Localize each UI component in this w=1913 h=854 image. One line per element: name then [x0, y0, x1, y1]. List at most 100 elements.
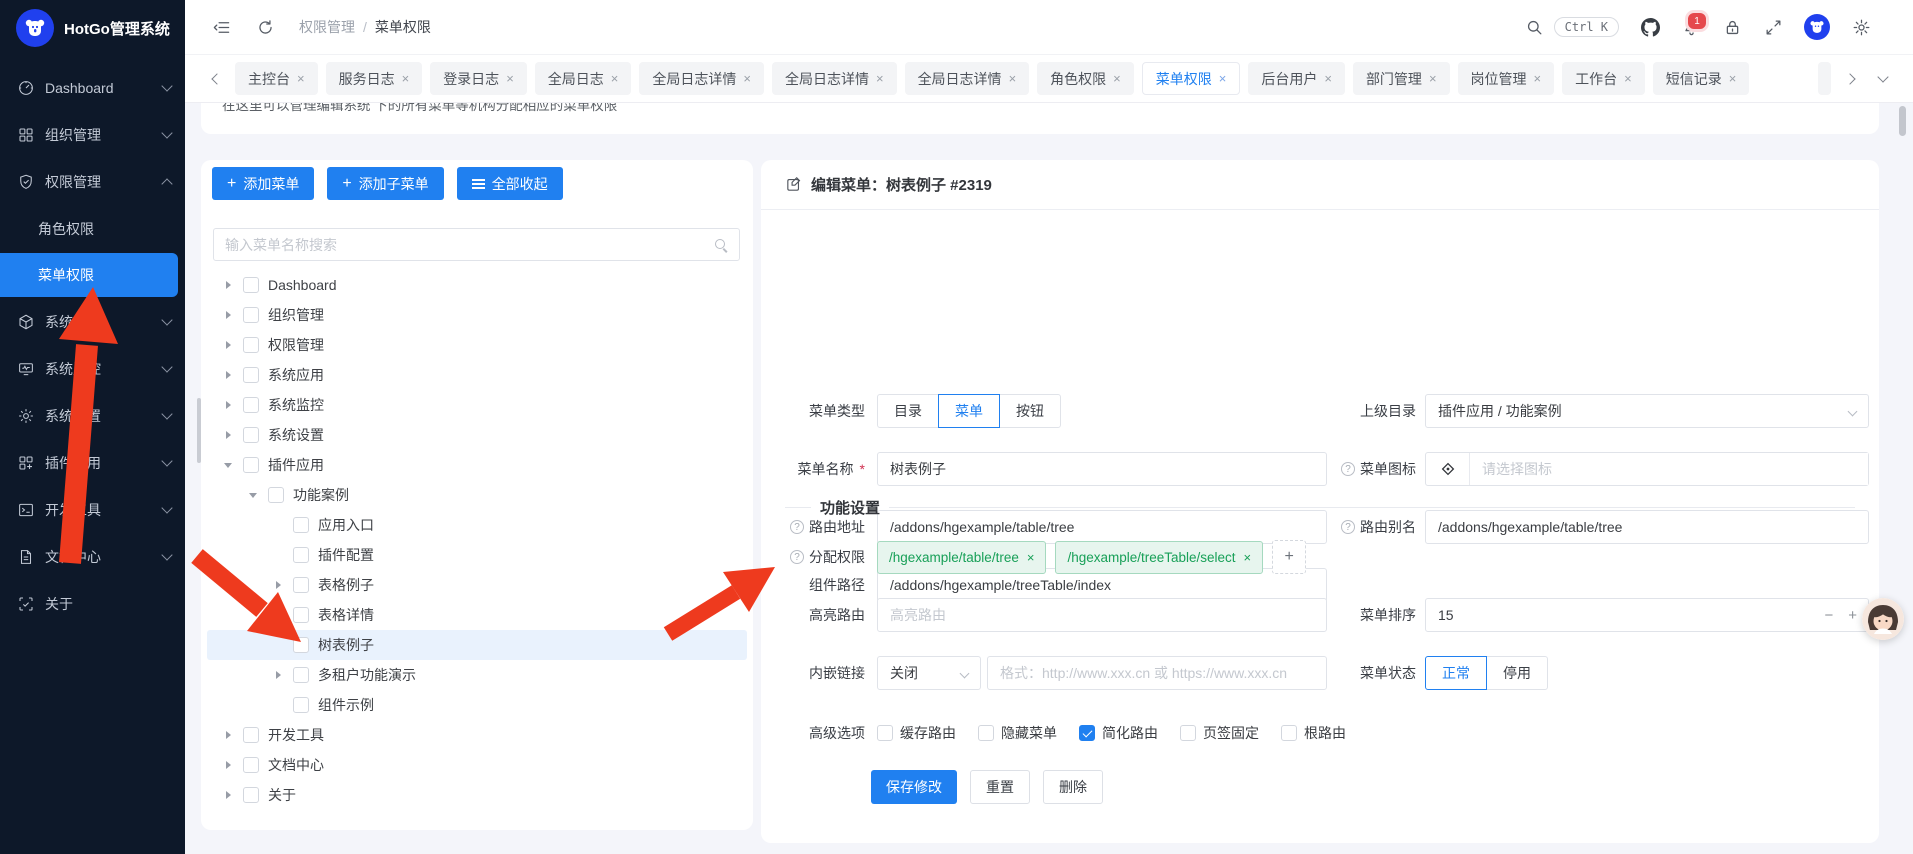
sidebar-item-org[interactable]: 组织管理 — [0, 111, 185, 158]
menu-type-option-menu[interactable]: 菜单 — [938, 394, 1000, 428]
delete-button[interactable]: 删除 — [1043, 770, 1103, 804]
close-icon[interactable] — [743, 72, 751, 85]
tabs-menu-button[interactable] — [1871, 67, 1895, 91]
tabs-scroll-left-button[interactable] — [203, 67, 227, 91]
checkbox[interactable] — [293, 547, 309, 563]
caret-right-icon[interactable] — [222, 399, 234, 411]
tab-sms-records[interactable]: 短信记录 — [1653, 62, 1750, 95]
decrement-button[interactable] — [1824, 607, 1833, 624]
tab-admin-users[interactable]: 后台用户 — [1248, 62, 1345, 95]
user-avatar[interactable] — [1804, 14, 1830, 40]
tab-menu-permission[interactable]: 菜单权限 — [1142, 62, 1241, 95]
menu-name-input[interactable] — [877, 452, 1327, 486]
sidebar-item-addons[interactable]: 插件应用 — [0, 439, 185, 486]
tab-global-log-detail-3[interactable]: 全局日志详情 — [905, 62, 1030, 95]
checkbox[interactable] — [243, 757, 259, 773]
caret-right-icon[interactable] — [222, 759, 234, 771]
parent-dir-select[interactable]: 插件应用 / 功能案例 — [1425, 394, 1869, 428]
embed-link-select[interactable]: 关闭 — [877, 656, 981, 690]
breadcrumb-parent[interactable]: 权限管理 — [299, 17, 355, 37]
sidebar-item-docs[interactable]: 文档中心 — [0, 533, 185, 580]
tree-item[interactable]: 应用入口 — [207, 510, 747, 540]
menu-type-option-dir[interactable]: 目录 — [877, 394, 939, 428]
tree-item[interactable]: 表格例子 — [207, 570, 747, 600]
close-icon[interactable] — [1009, 72, 1017, 85]
search-icon[interactable] — [1525, 17, 1545, 37]
option-pin-tab[interactable]: 页签固定 — [1180, 723, 1259, 743]
tree-item[interactable]: Dashboard — [207, 270, 747, 300]
status-option-disabled[interactable]: 停用 — [1486, 656, 1548, 690]
caret-down-icon[interactable] — [247, 489, 259, 501]
caret-right-icon[interactable] — [222, 369, 234, 381]
checkbox[interactable] — [293, 517, 309, 533]
assistant-avatar[interactable] — [1862, 598, 1904, 640]
caret-right-icon[interactable] — [222, 429, 234, 441]
tab-departments[interactable]: 部门管理 — [1353, 62, 1450, 95]
tree-item[interactable]: 插件配置 — [207, 540, 747, 570]
menu-icon-input[interactable] — [1470, 453, 1868, 485]
help-icon[interactable] — [1341, 462, 1355, 476]
checkbox[interactable] — [293, 667, 309, 683]
option-root-route[interactable]: 根路由 — [1281, 723, 1346, 743]
checkbox[interactable] — [243, 307, 259, 323]
save-button[interactable]: 保存修改 — [871, 770, 957, 804]
tab-positions[interactable]: 岗位管理 — [1458, 62, 1555, 95]
checkbox[interactable] — [243, 727, 259, 743]
checkbox[interactable] — [243, 367, 259, 383]
fullscreen-icon[interactable] — [1763, 17, 1783, 37]
reset-button[interactable]: 重置 — [970, 770, 1030, 804]
checkbox[interactable] — [877, 725, 893, 741]
refresh-icon[interactable] — [255, 17, 275, 37]
sidebar-item-dashboard[interactable]: Dashboard — [0, 64, 185, 111]
notification-bell-icon[interactable]: 1 — [1681, 17, 1701, 37]
close-icon[interactable] — [1534, 72, 1542, 85]
caret-down-icon[interactable] — [222, 459, 234, 471]
add-menu-button[interactable]: 添加菜单 — [212, 167, 314, 200]
checkbox[interactable] — [293, 637, 309, 653]
increment-button[interactable] — [1848, 607, 1857, 624]
tab-workbench[interactable]: 工作台 — [1562, 62, 1645, 95]
tree-item[interactable]: 文档中心 — [207, 750, 747, 780]
tree-item[interactable]: 系统监控 — [207, 390, 747, 420]
checkbox[interactable] — [293, 577, 309, 593]
sidebar-item-system-monitor[interactable]: 系统监控 — [0, 345, 185, 392]
checkbox[interactable] — [243, 427, 259, 443]
caret-right-icon[interactable] — [222, 729, 234, 741]
sidebar-item-about[interactable]: 关于 — [0, 580, 185, 627]
help-icon[interactable] — [790, 550, 804, 564]
checkbox[interactable] — [293, 697, 309, 713]
search-shortcut-badge[interactable]: Ctrl K — [1554, 17, 1619, 37]
close-icon[interactable] — [297, 72, 305, 85]
sidebar-item-permission[interactable]: 权限管理 — [0, 158, 185, 205]
sidebar-item-devtools[interactable]: 开发工具 — [0, 486, 185, 533]
checkbox[interactable] — [1281, 725, 1297, 741]
checkbox[interactable] — [243, 457, 259, 473]
checkbox[interactable] — [1180, 725, 1196, 741]
remove-tag-icon[interactable] — [1027, 550, 1035, 565]
close-icon[interactable] — [1219, 72, 1227, 85]
highlight-route-input[interactable] — [877, 598, 1327, 632]
help-icon[interactable] — [790, 520, 804, 534]
icon-picker-button[interactable] — [1426, 453, 1470, 485]
menu-type-option-button[interactable]: 按钮 — [999, 394, 1061, 428]
github-icon[interactable] — [1640, 17, 1660, 37]
tab-console[interactable]: 主控台 — [235, 62, 318, 95]
close-icon[interactable] — [1729, 72, 1737, 85]
tab-service-log[interactable]: 服务日志 — [326, 62, 423, 95]
tab-role-permission[interactable]: 角色权限 — [1037, 62, 1134, 95]
close-icon[interactable] — [1113, 72, 1121, 85]
caret-right-icon[interactable] — [222, 789, 234, 801]
tree-item[interactable]: 表格详情 — [207, 600, 747, 630]
sidebar-item-system-app[interactable]: 系统应用 — [0, 298, 185, 345]
close-icon[interactable] — [876, 72, 884, 85]
caret-right-icon[interactable] — [222, 339, 234, 351]
menu-sort-input[interactable] — [1425, 598, 1869, 632]
tree-item[interactable]: 组件示例 — [207, 690, 747, 720]
tree-item[interactable]: 多租户功能演示 — [207, 660, 747, 690]
option-simplify-route[interactable]: 简化路由 — [1079, 723, 1158, 743]
checkbox[interactable] — [243, 337, 259, 353]
tree-item[interactable]: 组织管理 — [207, 300, 747, 330]
checkbox[interactable] — [243, 787, 259, 803]
tree-item[interactable]: 关于 — [207, 780, 747, 810]
caret-right-icon[interactable] — [272, 579, 284, 591]
